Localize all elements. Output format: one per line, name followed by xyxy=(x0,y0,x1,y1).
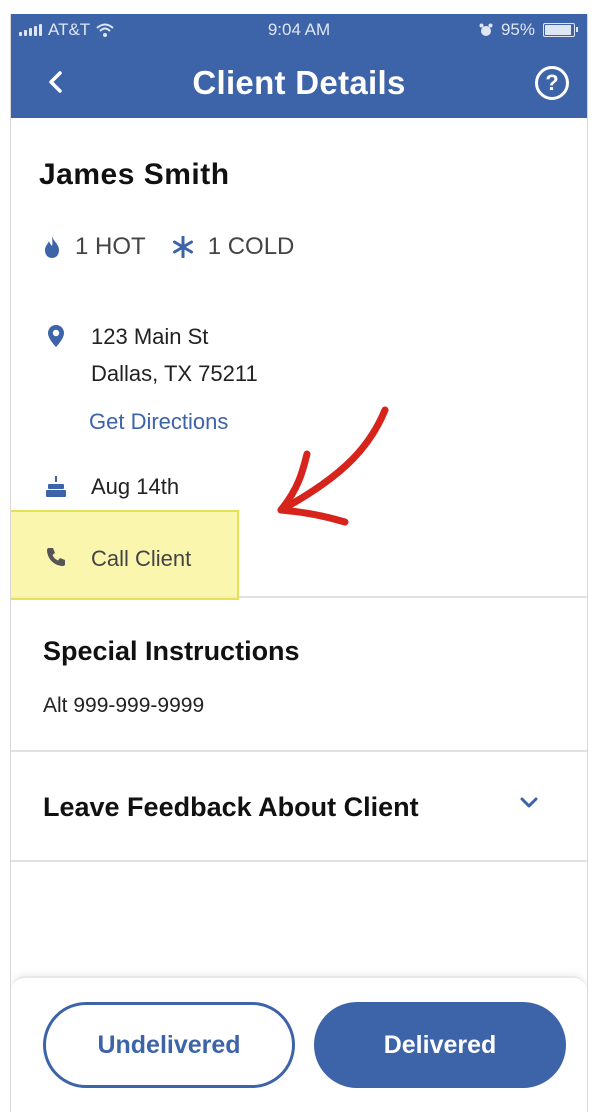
help-circle-icon: ? xyxy=(545,70,559,95)
address-lines: 123 Main St Dallas, TX 75211 xyxy=(91,318,258,392)
battery-percent: 95% xyxy=(500,20,535,39)
call-client-label: Call Client xyxy=(91,546,192,571)
leave-feedback-title: Leave Feedback About Client xyxy=(43,792,419,822)
address-row: 123 Main St Dallas, TX 75211 xyxy=(43,318,258,392)
bottom-action-bar: Undelivered Delivered xyxy=(11,976,587,1112)
leave-feedback-toggle[interactable]: Leave Feedback About Client xyxy=(11,752,587,862)
hot-count: 1 HOT xyxy=(43,233,146,261)
special-instructions-section: Special Instructions Alt 999-999-9999 xyxy=(11,598,587,752)
temperature-counts: 1 HOT 1 COLD xyxy=(43,233,320,261)
page-title: Client Details xyxy=(192,64,406,101)
call-client-button[interactable]: Call Client xyxy=(43,546,191,572)
delivered-button[interactable]: Delivered xyxy=(314,1002,566,1088)
special-instructions-text: Alt 999-999-9999 xyxy=(43,694,205,717)
address-line-1: 123 Main St xyxy=(91,324,209,349)
address-line-2: Dallas, TX 75211 xyxy=(91,361,258,386)
cold-count: 1 COLD xyxy=(172,233,295,261)
battery-icon xyxy=(543,23,578,37)
cold-label: 1 COLD xyxy=(207,233,295,260)
get-directions-link[interactable]: Get Directions xyxy=(89,409,228,435)
birthday-date: Aug 14th xyxy=(91,474,180,499)
hot-label: 1 HOT xyxy=(75,233,146,260)
status-right: 95% xyxy=(479,20,578,40)
help-button[interactable]: ? xyxy=(535,66,569,100)
phone-screen: AT&T 9:04 AM 95% Client Details ? James … xyxy=(10,14,588,1112)
status-bar: AT&T 9:04 AM 95% xyxy=(11,14,587,48)
special-instructions-title: Special Instructions xyxy=(43,636,300,666)
alarm-icon xyxy=(479,23,493,36)
birthday-row: Aug 14th xyxy=(43,474,179,500)
annotation-arrow xyxy=(277,406,389,526)
phone-icon xyxy=(47,548,65,566)
client-name: James Smith xyxy=(39,158,230,191)
undelivered-button[interactable]: Undelivered xyxy=(43,1002,295,1088)
snowflake-icon xyxy=(172,236,193,258)
map-pin-icon xyxy=(48,325,64,347)
chevron-down-icon xyxy=(520,797,538,808)
nav-bar: Client Details ? xyxy=(11,48,587,118)
flame-icon xyxy=(45,236,59,258)
birthday-cake-icon xyxy=(46,476,66,497)
